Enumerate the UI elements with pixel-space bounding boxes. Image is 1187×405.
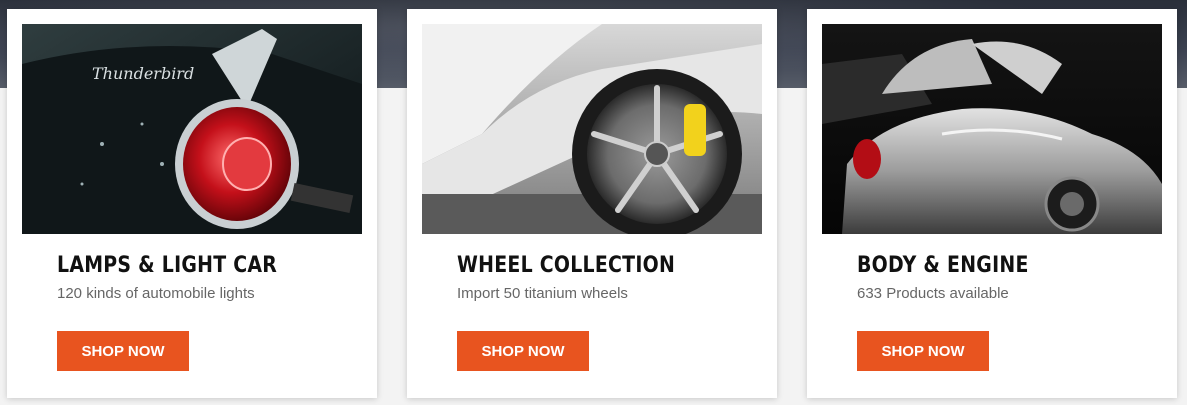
card-subtitle: 120 kinds of automobile lights (57, 285, 255, 302)
card-title: BODY & ENGINE (857, 253, 1029, 278)
shop-now-button[interactable]: SHOP NOW (857, 331, 989, 371)
classic-car-photo[interactable] (822, 24, 1162, 234)
tail-light-image: Thunderbird (22, 24, 362, 234)
svg-text:Thunderbird: Thunderbird (92, 64, 194, 83)
classic-car-image (822, 24, 1162, 234)
card-title: LAMPS & LIGHT CAR (57, 253, 278, 278)
card-subtitle: 633 Products available (857, 285, 1009, 302)
category-card-body-engine: BODY & ENGINE 633 Products available SHO… (807, 9, 1177, 398)
category-card-wheels: WHEEL COLLECTION Import 50 titanium whee… (407, 9, 777, 398)
shop-now-button[interactable]: SHOP NOW (457, 331, 589, 371)
product-category-section: Thunderbird LAMPS & LIGHT CAR 120 kinds … (0, 0, 1187, 405)
wheel-photo[interactable] (422, 24, 762, 234)
card-subtitle: Import 50 titanium wheels (457, 285, 628, 302)
tail-light-photo[interactable]: Thunderbird (22, 24, 362, 234)
category-card-lamps: Thunderbird LAMPS & LIGHT CAR 120 kinds … (7, 9, 377, 398)
shop-now-button[interactable]: SHOP NOW (57, 331, 189, 371)
wheel-image (422, 24, 762, 234)
card-title: WHEEL COLLECTION (457, 253, 676, 278)
